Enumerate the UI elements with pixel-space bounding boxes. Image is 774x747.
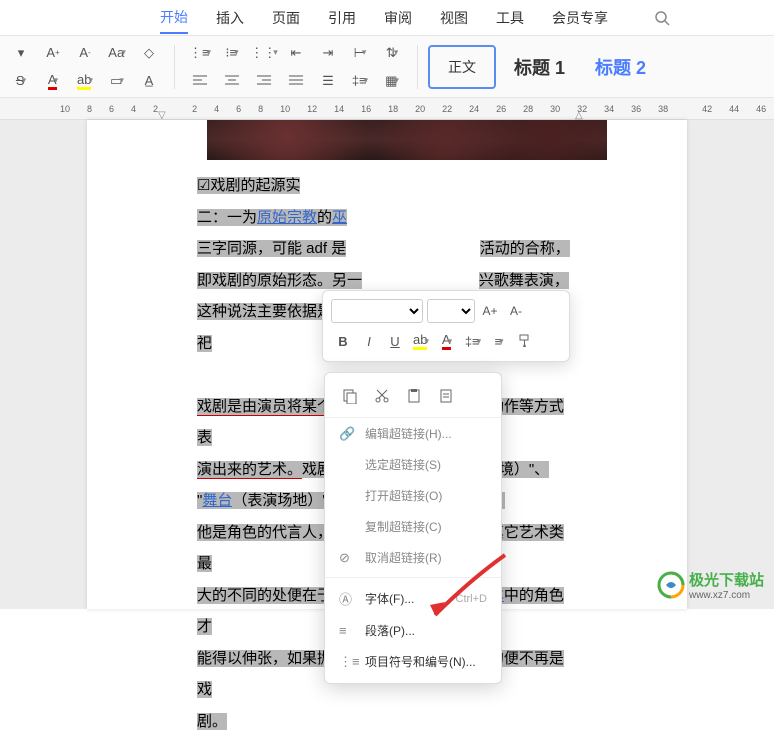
bullets-icon[interactable]: ⋮≡▾ (187, 42, 213, 64)
tab-start[interactable]: 开始 (160, 2, 188, 34)
strike-icon[interactable]: S▾ (8, 70, 34, 92)
copy-icon[interactable] (339, 385, 361, 407)
tab-view[interactable]: 视图 (440, 3, 468, 33)
paste-icon[interactable] (403, 385, 425, 407)
menu-copy-hyperlink[interactable]: 复制超链接(C) (325, 511, 501, 542)
menu-cancel-hyperlink[interactable]: ⊘取消超链接(R) (325, 542, 501, 573)
highlight-button[interactable]: ab▾ (409, 329, 433, 353)
bold-button[interactable]: B (331, 329, 355, 353)
ribbon-tabs: 开始 插入 页面 引用 审阅 视图 工具 会员专享 (0, 0, 774, 36)
link-icon: 🔗 (339, 426, 355, 442)
style-body[interactable]: 正文 (428, 45, 496, 89)
change-case-icon[interactable]: Aa▾ (104, 42, 130, 64)
outdent-icon[interactable]: ⇤ (283, 42, 309, 64)
italic-button[interactable]: I (357, 329, 381, 353)
paste-special-icon[interactable] (435, 385, 457, 407)
menu-font[interactable]: Ⓐ字体(F)...Ctrl+D (325, 582, 501, 615)
watermark-logo: 极光下载站 www.xz7.com (657, 569, 764, 601)
paragraph-icon: ≡ (339, 623, 355, 638)
increase-font-button[interactable]: A+ (479, 300, 501, 322)
font-menu-icon: Ⓐ (339, 589, 355, 608)
mini-format-toolbar: A+ A- B I U ab▾ A▾ ‡≡▾ ≡▾ (322, 290, 570, 362)
tab-reference[interactable]: 引用 (328, 3, 356, 33)
format-painter-button[interactable] (513, 329, 537, 353)
numbering-icon[interactable]: ⁝≡▾ (219, 42, 245, 64)
tab-stop-icon[interactable]: ⊢▾ (347, 42, 373, 64)
font-name-dropdown[interactable]: ▾ (8, 42, 34, 64)
border-icon[interactable]: ▦▾ (379, 70, 405, 92)
menu-open-hyperlink[interactable]: 打开超链接(O) (325, 480, 501, 511)
ribbon-toolbar: ▾ A+ A- Aa▾ ◇ S▾ A▾ ab▾ ▭▾ A̲ ⋮≡▾ ⁝≡▾ ⋮⋮… (0, 36, 774, 98)
line-spacing-button[interactable]: ‡≡▾ (461, 329, 485, 353)
increase-font-icon[interactable]: A+ (40, 42, 66, 64)
document-area: ☑戏剧的起源实 二：一为原始宗教的巫 三字同源，可能 adf 是________… (0, 120, 774, 609)
decrease-font-button[interactable]: A- (505, 300, 527, 322)
tab-tools[interactable]: 工具 (496, 3, 524, 33)
style-heading2[interactable]: 标题 2 (583, 48, 658, 86)
font-color-icon[interactable]: A▾ (40, 70, 66, 92)
decrease-font-icon[interactable]: A- (72, 42, 98, 64)
font-size-select[interactable] (427, 299, 475, 323)
logo-name: 极光下载站 (689, 569, 764, 590)
line-spacing-icon[interactable]: ‡≡▾ (347, 70, 373, 92)
align-right-icon[interactable] (251, 70, 277, 92)
sort-icon[interactable]: ⇅▾ (379, 42, 405, 64)
align-button[interactable]: ≡▾ (487, 329, 511, 353)
shading-icon[interactable]: ▭▾ (104, 70, 130, 92)
highlight-icon[interactable]: ab▾ (72, 70, 98, 92)
multilevel-icon[interactable]: ⋮⋮▾ (251, 42, 277, 64)
horizontal-ruler[interactable]: 1086422468101214161820222426283032343638… (0, 98, 774, 120)
font-family-select[interactable] (331, 299, 423, 323)
clear-format-icon[interactable]: ◇ (136, 42, 162, 64)
tab-review[interactable]: 审阅 (384, 3, 412, 33)
align-center-icon[interactable] (219, 70, 245, 92)
style-heading1[interactable]: 标题 1 (502, 48, 577, 86)
search-icon[interactable] (654, 10, 670, 26)
unlink-icon: ⊘ (339, 550, 355, 566)
tab-page[interactable]: 页面 (272, 3, 300, 33)
document-image[interactable] (207, 120, 607, 160)
cut-icon[interactable] (371, 385, 393, 407)
align-left-icon[interactable] (187, 70, 213, 92)
tab-insert[interactable]: 插入 (216, 3, 244, 33)
indent-icon[interactable]: ⇥ (315, 42, 341, 64)
menu-paragraph[interactable]: ≡段落(P)... (325, 615, 501, 646)
logo-url: www.xz7.com (689, 590, 764, 601)
align-justify-icon[interactable] (283, 70, 309, 92)
char-border-icon[interactable]: A̲ (136, 70, 162, 92)
context-menu: 🔗编辑超链接(H)... 选定超链接(S) 打开超链接(O) 复制超链接(C) … (324, 372, 502, 684)
distribute-icon[interactable]: ☰ (315, 70, 341, 92)
logo-icon (657, 571, 685, 599)
menu-select-hyperlink[interactable]: 选定超链接(S) (325, 449, 501, 480)
underline-button[interactable]: U (383, 329, 407, 353)
menu-bullets-numbering[interactable]: ⋮≡项目符号和编号(N)... (325, 646, 501, 677)
font-color-button[interactable]: A▾ (435, 329, 459, 353)
tab-member[interactable]: 会员专享 (552, 3, 608, 33)
menu-edit-hyperlink[interactable]: 🔗编辑超链接(H)... (325, 418, 501, 449)
list-icon: ⋮≡ (339, 654, 355, 670)
